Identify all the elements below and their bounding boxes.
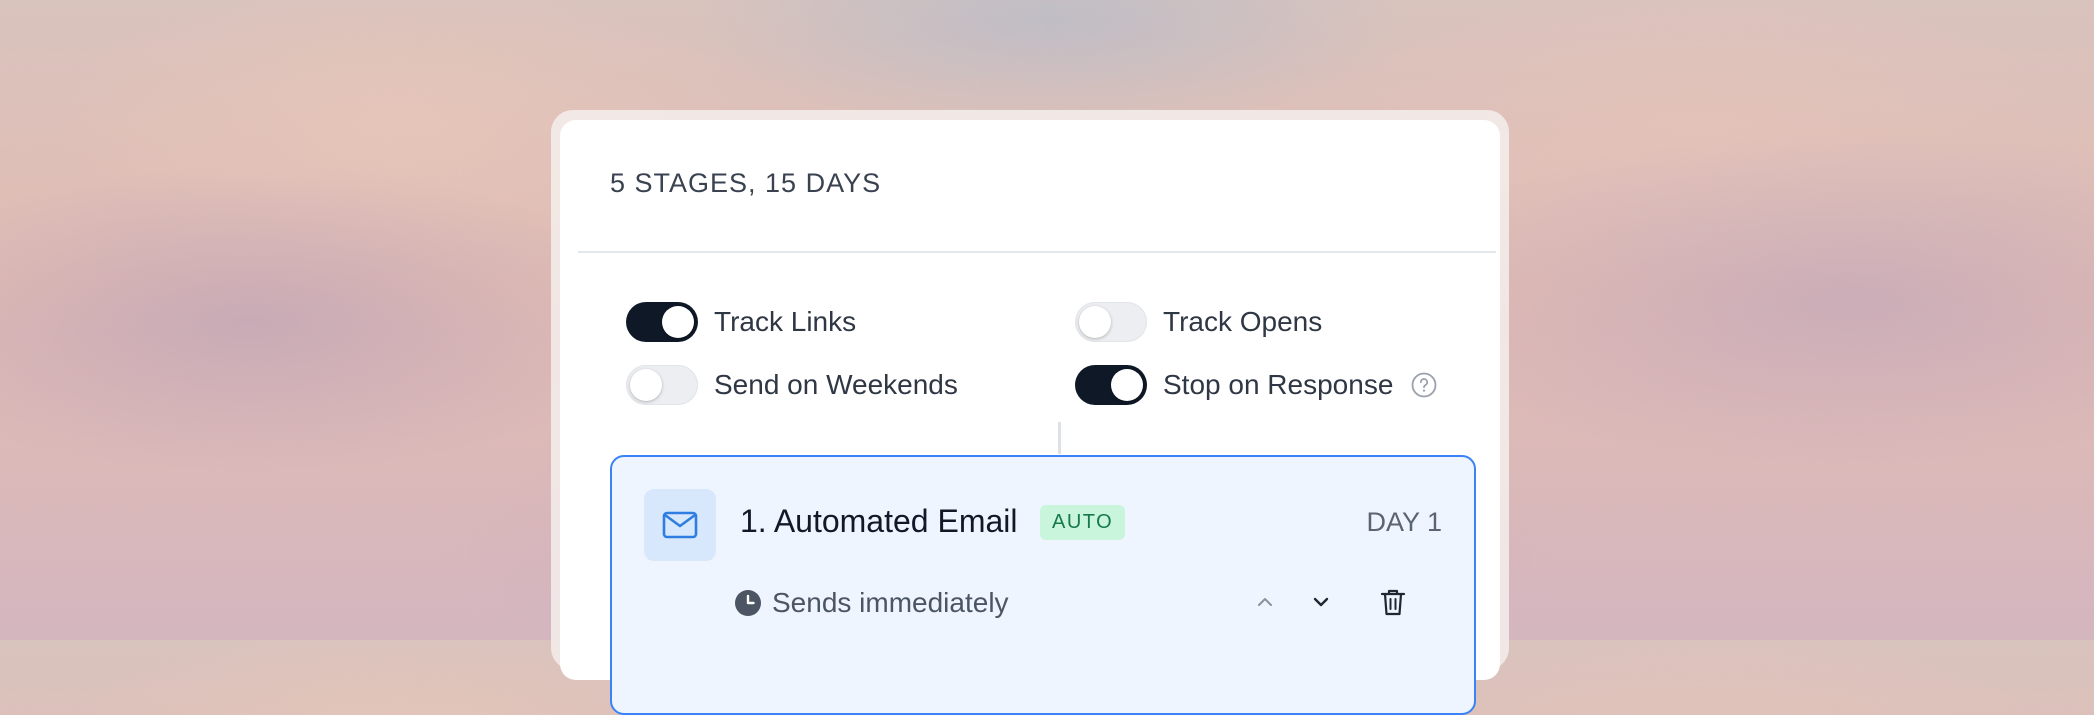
toggle-knob	[1111, 369, 1143, 401]
delete-stage-button[interactable]	[1376, 585, 1410, 619]
sequence-card: 5 STAGES, 15 DAYS Track Links Track Open…	[560, 120, 1500, 715]
header-divider	[578, 251, 1496, 253]
stage-card[interactable]: 1. Automated Email AUTO DAY 1 Sends imme…	[610, 455, 1476, 715]
track-opens-label: Track Opens	[1163, 306, 1323, 337]
stage-icon-tile	[644, 489, 716, 561]
toggle-knob	[1079, 306, 1111, 338]
stage-connector	[1058, 422, 1061, 454]
send-on-weekends-setting: Send on Weekends	[626, 365, 958, 405]
mail-icon	[662, 511, 698, 539]
track-links-label: Track Links	[714, 306, 857, 337]
send-on-weekends-toggle[interactable]	[626, 365, 698, 405]
page-title: 5 STAGES, 15 DAYS	[610, 168, 882, 198]
send-on-weekends-label: Send on Weekends	[714, 369, 958, 400]
toggle-knob	[662, 306, 694, 338]
auto-badge: AUTO	[1040, 505, 1126, 540]
track-links-setting: Track Links	[626, 302, 856, 342]
stage-day: DAY 1	[1366, 507, 1442, 537]
toggle-knob	[630, 369, 662, 401]
clock-icon	[735, 590, 761, 616]
move-down-button[interactable]	[1304, 585, 1338, 619]
chevron-down-icon	[1313, 597, 1329, 607]
help-circle-icon[interactable]	[1411, 372, 1437, 398]
stage-title: 1. Automated Email	[740, 503, 1018, 539]
trash-icon	[1380, 589, 1406, 616]
move-up-button[interactable]	[1248, 585, 1282, 619]
track-opens-toggle[interactable]	[1075, 302, 1147, 342]
stop-on-response-label: Stop on Response	[1163, 369, 1394, 400]
stage-schedule: Sends immediately	[734, 587, 1009, 619]
schedule-text: Sends immediately	[772, 587, 1009, 618]
track-links-toggle[interactable]	[626, 302, 698, 342]
chevron-up-icon	[1258, 598, 1272, 606]
stop-on-response-setting: Stop on Response	[1075, 365, 1437, 405]
track-opens-setting: Track Opens	[1075, 302, 1322, 342]
stop-on-response-toggle[interactable]	[1075, 365, 1147, 405]
